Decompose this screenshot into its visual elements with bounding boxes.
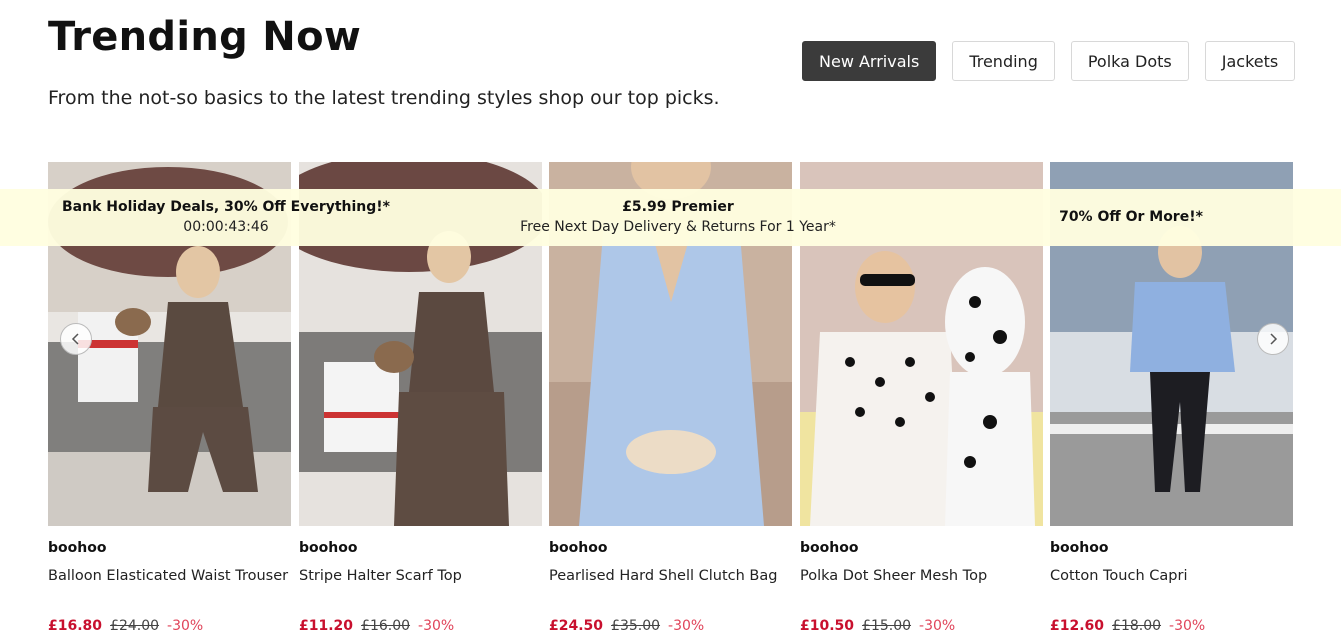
chevron-left-icon: [71, 333, 79, 345]
promo-premier[interactable]: £5.99 Premier Free Next Day Delivery & R…: [478, 199, 878, 235]
promo-subtext: Free Next Day Delivery & Returns For 1 Y…: [520, 219, 836, 235]
product-original-price: £35.00: [611, 618, 661, 634]
product-price: £24.50: [549, 618, 604, 634]
product-brand: boohoo: [1050, 540, 1109, 556]
product-price-row: £24.50 £35.00 -30%: [549, 618, 704, 634]
product-original-price: £24.00: [110, 618, 160, 634]
page-title: Trending Now: [48, 14, 362, 60]
promo-headline: 70% Off Or More!*: [1059, 209, 1203, 225]
product-price: £12.60: [1050, 618, 1105, 634]
product-price-row: £11.20 £16.00 -30%: [299, 618, 454, 634]
product-name[interactable]: Polka Dot Sheer Mesh Top: [800, 568, 987, 584]
product-discount: -30%: [919, 618, 956, 634]
carousel-prev-button[interactable]: [60, 323, 92, 355]
product-name[interactable]: Balloon Elasticated Waist Trouser: [48, 568, 288, 584]
product-discount: -30%: [167, 618, 204, 634]
product-name[interactable]: Pearlised Hard Shell Clutch Bag: [549, 568, 777, 584]
filter-tabs: New Arrivals Trending Polka Dots Jackets: [802, 41, 1296, 81]
product-name[interactable]: Stripe Halter Scarf Top: [299, 568, 462, 584]
product-discount: -30%: [418, 618, 455, 634]
product-name[interactable]: Cotton Touch Capri: [1050, 568, 1187, 584]
product-price: £10.50: [800, 618, 855, 634]
promo-bank-holiday[interactable]: Bank Holiday Deals, 30% Off Everything!*…: [48, 199, 404, 235]
product-price-row: £10.50 £15.00 -30%: [800, 618, 955, 634]
product-original-price: £15.00: [862, 618, 912, 634]
chevron-right-icon: [1270, 333, 1278, 345]
product-discount: -30%: [1169, 618, 1206, 634]
tab-trending[interactable]: Trending: [952, 41, 1055, 81]
product-brand: boohoo: [800, 540, 859, 556]
tab-polka-dots[interactable]: Polka Dots: [1070, 41, 1189, 81]
promo-headline: £5.99 Premier: [622, 199, 734, 215]
promo-70-off[interactable]: 70% Off Or More!*: [1000, 209, 1262, 225]
promo-headline: Bank Holiday Deals, 30% Off Everything!*: [62, 199, 390, 215]
product-price: £16.80: [48, 618, 103, 634]
promo-banner: Bank Holiday Deals, 30% Off Everything!*…: [0, 189, 1341, 246]
product-price-row: £16.80 £24.00 -30%: [48, 618, 203, 634]
product-price: £11.20: [299, 618, 354, 634]
product-original-price: £16.00: [361, 618, 411, 634]
promo-countdown: 00:00:43:46: [183, 219, 269, 235]
page-subtitle: From the not-so basics to the latest tre…: [48, 87, 720, 109]
product-brand: boohoo: [299, 540, 358, 556]
carousel-next-button[interactable]: [1257, 323, 1289, 355]
product-brand: boohoo: [549, 540, 608, 556]
product-original-price: £18.00: [1112, 618, 1162, 634]
product-price-row: £12.60 £18.00 -30%: [1050, 618, 1205, 634]
tab-new-arrivals[interactable]: New Arrivals: [802, 41, 937, 81]
product-brand: boohoo: [48, 540, 107, 556]
product-discount: -30%: [668, 618, 705, 634]
tab-jackets[interactable]: Jackets: [1204, 41, 1296, 81]
